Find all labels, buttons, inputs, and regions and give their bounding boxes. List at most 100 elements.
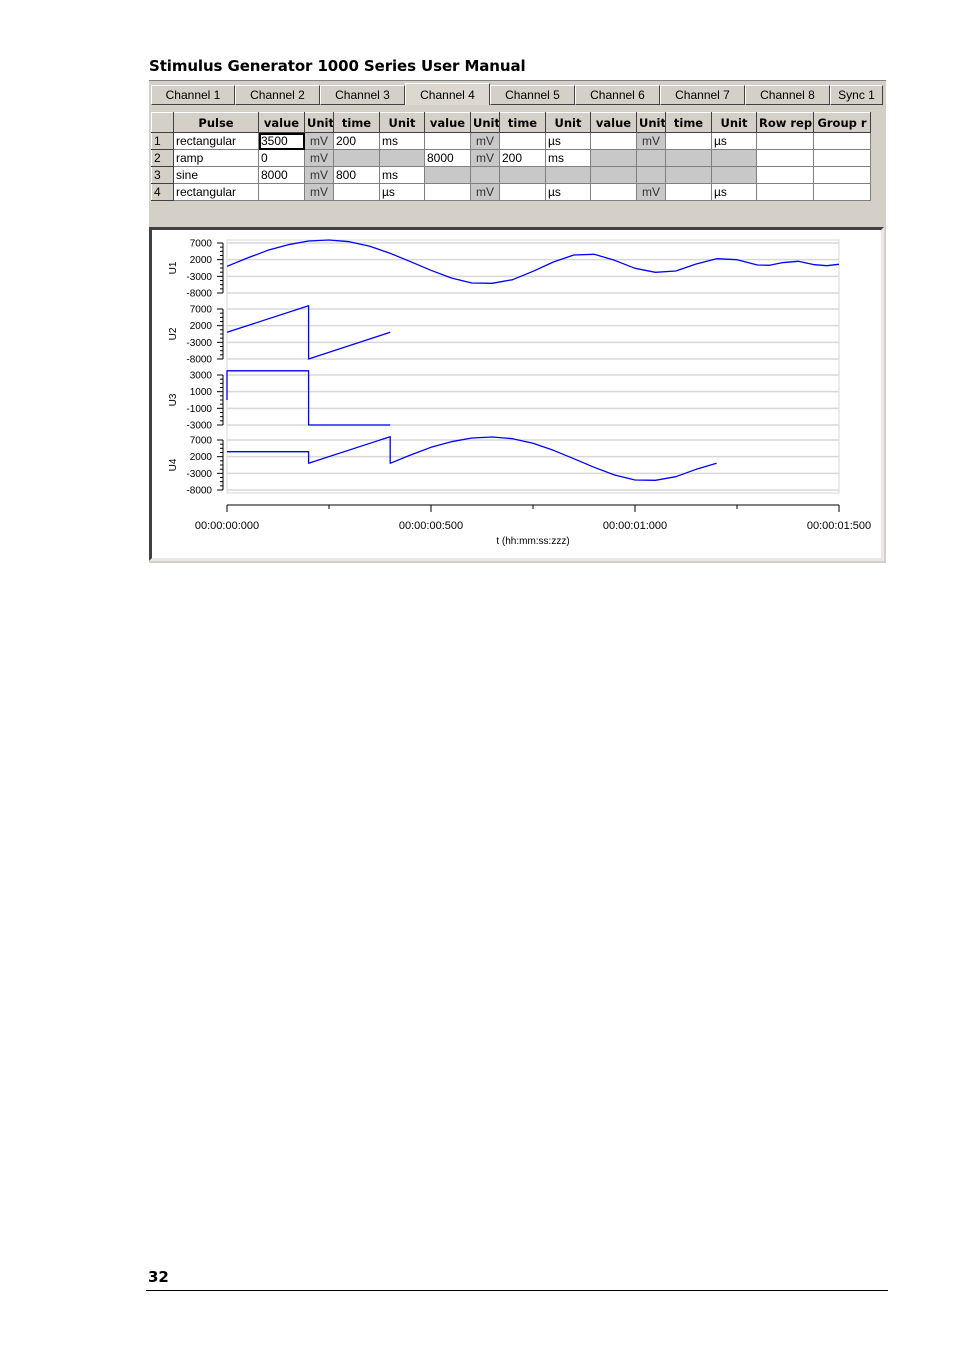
stimulus-generator-window: Channel 1 Channel 2 Channel 3 Channel 4 Chan… xyxy=(149,80,886,563)
tab-channel-2[interactable]: Channel 2 xyxy=(235,85,320,105)
cell-row-rep[interactable] xyxy=(756,166,814,184)
cell-unit[interactable]: µs xyxy=(711,132,757,150)
cell-time[interactable]: 200 xyxy=(499,149,546,167)
cell-value[interactable]: 8000 xyxy=(258,166,305,184)
table-row: 2 ramp 0 mV 8000 mV 200 ms xyxy=(151,149,871,167)
cell-pulse[interactable]: rectangular xyxy=(173,132,259,150)
row-number-cell[interactable]: 1 xyxy=(151,132,174,150)
cell-time[interactable] xyxy=(665,149,712,167)
table-row: 3 sine 8000 mV 800 ms xyxy=(151,166,871,184)
cell-unit[interactable]: mV xyxy=(470,183,500,201)
column-header-pulse[interactable]: Pulse xyxy=(173,112,259,133)
cell-value[interactable] xyxy=(590,166,637,184)
cell-group-r[interactable] xyxy=(813,132,871,150)
cell-time[interactable] xyxy=(499,132,546,150)
cell-unit[interactable]: mV xyxy=(304,183,334,201)
plot-area xyxy=(226,239,840,494)
cell-row-rep[interactable] xyxy=(756,149,814,167)
cell-unit[interactable]: µs xyxy=(379,183,425,201)
cell-value[interactable] xyxy=(424,132,471,150)
tab-channel-1[interactable]: Channel 1 xyxy=(151,85,235,105)
cell-group-r[interactable] xyxy=(813,149,871,167)
cell-unit[interactable]: ms xyxy=(545,149,591,167)
column-header-unit[interactable]: Unit xyxy=(545,112,591,133)
cell-value[interactable] xyxy=(590,183,637,201)
cell-unit[interactable]: µs xyxy=(545,183,591,201)
cell-time[interactable] xyxy=(499,166,546,184)
cell-time[interactable]: 800 xyxy=(333,166,380,184)
tab-channel-4[interactable]: Channel 4 xyxy=(405,83,490,105)
column-header-time[interactable]: time xyxy=(665,112,712,133)
cell-row-rep[interactable] xyxy=(756,183,814,201)
cell-unit[interactable]: ms xyxy=(379,132,425,150)
cell-time[interactable] xyxy=(333,183,380,201)
cell-unit[interactable] xyxy=(711,166,757,184)
cell-unit[interactable]: mV xyxy=(304,132,334,150)
cell-pulse[interactable]: ramp xyxy=(173,149,259,167)
cell-unit[interactable]: mV xyxy=(636,132,666,150)
cell-row-rep[interactable] xyxy=(756,132,814,150)
column-header-row-number[interactable] xyxy=(151,112,174,133)
cell-time[interactable] xyxy=(665,183,712,201)
tab-channel-7[interactable]: Channel 7 xyxy=(660,85,745,105)
cell-value[interactable] xyxy=(590,149,637,167)
waveform-chart: 7000 2000 -3000 -8000 U1 7000 2000 -3000 -8000 U2… xyxy=(168,239,871,548)
column-header-row-rep[interactable]: Row rep xyxy=(756,112,814,133)
cell-unit[interactable] xyxy=(636,166,666,184)
cell-unit[interactable]: ms xyxy=(379,166,425,184)
column-header-unit[interactable]: Unit xyxy=(711,112,757,133)
cell-time[interactable] xyxy=(333,149,380,167)
tab-channel-8[interactable]: Channel 8 xyxy=(745,85,830,105)
cell-unit[interactable]: mV xyxy=(636,183,666,201)
x-axis-title: t (hh:mm:ss:zzz) xyxy=(496,536,569,547)
column-header-unit[interactable]: Unit xyxy=(304,112,334,133)
cell-unit[interactable] xyxy=(545,166,591,184)
cell-group-r[interactable] xyxy=(813,166,871,184)
cell-unit[interactable] xyxy=(379,149,425,167)
column-header-value[interactable]: value xyxy=(424,112,471,133)
tab-channel-6[interactable]: Channel 6 xyxy=(575,85,660,105)
column-header-value[interactable]: value xyxy=(590,112,637,133)
cell-time[interactable] xyxy=(665,166,712,184)
column-header-unit[interactable]: Unit xyxy=(379,112,425,133)
tab-channel-5[interactable]: Channel 5 xyxy=(490,85,575,105)
cell-value[interactable] xyxy=(424,166,471,184)
row-number-cell[interactable]: 4 xyxy=(151,183,174,201)
cell-unit[interactable]: mV xyxy=(304,149,334,167)
tab-channel-3[interactable]: Channel 3 xyxy=(320,85,405,105)
y-axis-label-u1: U1 xyxy=(168,261,179,274)
column-header-unit[interactable]: Unit xyxy=(470,112,500,133)
cell-time[interactable] xyxy=(665,132,712,150)
cell-unit[interactable]: mV xyxy=(470,149,500,167)
column-header-unit[interactable]: Unit xyxy=(636,112,666,133)
column-header-group-r[interactable]: Group r xyxy=(813,112,871,133)
cell-unit[interactable]: µs xyxy=(545,132,591,150)
cell-unit[interactable]: mV xyxy=(304,166,334,184)
tab-sync-1[interactable]: Sync 1 xyxy=(830,85,883,105)
cell-value[interactable] xyxy=(590,132,637,150)
y-tick-label: -8000 xyxy=(186,289,212,300)
cell-unit[interactable]: µs xyxy=(711,183,757,201)
cell-group-r[interactable] xyxy=(813,183,871,201)
y-tick-label: 2000 xyxy=(190,321,213,332)
cell-time[interactable] xyxy=(499,183,546,201)
column-header-value[interactable]: value xyxy=(258,112,305,133)
y-tick-label: 2000 xyxy=(190,452,213,463)
y-tick-label: 7000 xyxy=(190,239,213,250)
cell-value[interactable] xyxy=(258,183,305,201)
row-number-cell[interactable]: 3 xyxy=(151,166,174,184)
row-number-cell[interactable]: 2 xyxy=(151,149,174,167)
cell-value[interactable] xyxy=(424,183,471,201)
cell-time[interactable]: 200 xyxy=(333,132,380,150)
cell-pulse[interactable]: sine xyxy=(173,166,259,184)
cell-unit[interactable]: mV xyxy=(470,132,500,150)
cell-value[interactable]: 8000 xyxy=(424,149,471,167)
cell-unit[interactable] xyxy=(711,149,757,167)
cell-value[interactable]: 3500 xyxy=(258,132,305,150)
column-header-time[interactable]: time xyxy=(333,112,380,133)
cell-unit[interactable] xyxy=(636,149,666,167)
cell-unit[interactable] xyxy=(470,166,500,184)
cell-pulse[interactable]: rectangular xyxy=(173,183,259,201)
column-header-time[interactable]: time xyxy=(499,112,546,133)
cell-value[interactable]: 0 xyxy=(258,149,305,167)
